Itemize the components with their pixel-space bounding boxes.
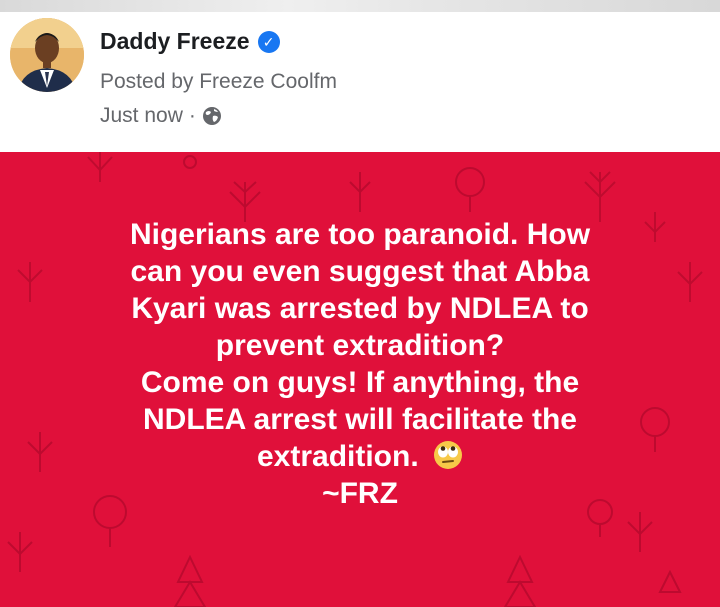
post-line-6: NDLEA arrest will facilitate the — [142, 403, 577, 436]
author-name-row: Daddy Freeze ✓ — [100, 28, 280, 55]
post-line-3: Kyari was arrested by NDLEA to — [131, 292, 589, 325]
post-line-4: prevent extradition? — [215, 329, 505, 362]
author-name[interactable]: Daddy Freeze — [100, 28, 250, 55]
eye-roll-emoji-icon — [433, 440, 463, 470]
verified-badge-icon: ✓ — [257, 30, 280, 53]
text-post-card: Nigerians are too paranoid. How can you … — [0, 152, 720, 607]
posted-by-label: Posted by Freeze Coolfm — [100, 70, 337, 93]
avatar[interactable] — [10, 18, 84, 92]
timestamp[interactable]: Just now — [100, 104, 183, 128]
post-text: Nigerians are too paranoid. How can you … — [20, 216, 700, 512]
post-line-5: Come on guys! If anything, the — [140, 366, 580, 399]
meta-separator: · — [188, 104, 196, 127]
post-signature: ~FRZ — [322, 477, 398, 510]
post-meta: Just now · — [100, 104, 222, 128]
post-line-7-row: extradition. — [20, 438, 700, 475]
top-image-strip — [0, 0, 720, 12]
globe-icon[interactable] — [202, 106, 222, 126]
post-header: Daddy Freeze ✓ Posted by Freeze Coolfm J… — [0, 12, 720, 152]
post-line-1: Nigerians are too paranoid. How — [129, 218, 591, 251]
avatar-image — [10, 18, 84, 92]
post-line-2: can you even suggest that Abba — [130, 255, 590, 288]
post-line-7: extradition. — [256, 440, 419, 473]
